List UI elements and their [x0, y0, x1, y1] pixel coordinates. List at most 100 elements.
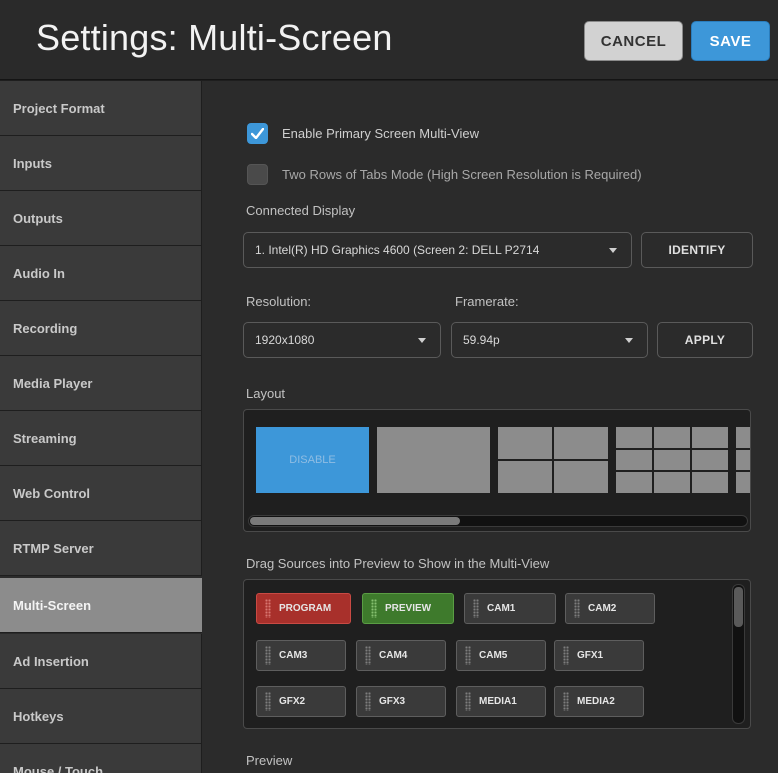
- source-gfx3[interactable]: GFX3: [356, 686, 446, 717]
- drag-handle-icon: [265, 599, 271, 618]
- preview-section-label: Preview: [246, 753, 293, 768]
- layout-horizontal-scrollbar[interactable]: [248, 515, 748, 527]
- source-cam4[interactable]: CAM4: [356, 640, 446, 671]
- layout-disable-option[interactable]: DISABLE: [256, 427, 369, 493]
- drag-handle-icon: [365, 646, 371, 665]
- drag-handle-icon: [265, 692, 271, 711]
- layout-cell: [736, 427, 750, 448]
- layout-cell: [654, 449, 690, 471]
- layout-scroll-thumb[interactable]: [250, 517, 460, 525]
- source-cam2[interactable]: CAM2: [565, 593, 655, 624]
- drag-handle-icon: [473, 599, 479, 618]
- sidebar-item-multi-screen[interactable]: Multi-Screen: [0, 578, 202, 633]
- source-preview[interactable]: PREVIEW: [362, 593, 454, 624]
- source-label: GFX1: [577, 650, 604, 661]
- sidebar-item-inputs[interactable]: Inputs: [0, 136, 202, 191]
- two-rows-tabs-checkbox[interactable]: [247, 164, 268, 185]
- checkmark-icon: [251, 128, 264, 139]
- sidebar-item-ad-insertion[interactable]: Ad Insertion: [0, 634, 202, 689]
- resolution-label: Resolution:: [246, 294, 312, 309]
- connected-display-dropdown[interactable]: 1. Intel(R) HD Graphics 4600 (Screen 2: …: [243, 232, 632, 268]
- drag-handle-icon: [365, 692, 371, 711]
- layout-cell: [498, 461, 552, 493]
- save-button[interactable]: SAVE: [691, 21, 770, 61]
- layout-3x3-option[interactable]: [616, 427, 728, 493]
- layout-4x4-option[interactable]: [736, 427, 750, 493]
- layout-label: Layout: [246, 386, 286, 401]
- drag-handle-icon: [574, 599, 580, 618]
- drag-handle-icon: [563, 692, 569, 711]
- sidebar-item-project-format[interactable]: Project Format: [0, 81, 202, 136]
- sources-vertical-scrollbar[interactable]: [732, 584, 745, 724]
- drag-handle-icon: [465, 692, 471, 711]
- sidebar-item-mouse-touch[interactable]: Mouse / Touch: [0, 744, 202, 773]
- drag-handle-icon: [265, 646, 271, 665]
- sidebar-item-web-control[interactable]: Web Control: [0, 466, 202, 521]
- layout-picker: DISABLE: [243, 409, 751, 532]
- layout-2x2-option[interactable]: [498, 427, 608, 493]
- source-program[interactable]: PROGRAM: [256, 593, 351, 624]
- source-label: MEDIA1: [479, 696, 517, 707]
- source-cam1[interactable]: CAM1: [464, 593, 556, 624]
- source-media1[interactable]: MEDIA1: [456, 686, 546, 717]
- layout-cell: [692, 472, 728, 493]
- layout-cell: [498, 427, 552, 459]
- layout-cell: [692, 449, 728, 471]
- resolution-dropdown[interactable]: 1920x1080: [243, 322, 441, 358]
- source-label: CAM4: [379, 650, 408, 661]
- page-title: Settings: Multi-Screen: [36, 17, 393, 58]
- drag-handle-icon: [465, 646, 471, 665]
- framerate-value: 59.94p: [463, 333, 500, 347]
- source-cam5[interactable]: CAM5: [456, 640, 546, 671]
- enable-primary-multiview-checkbox[interactable]: [247, 123, 268, 144]
- identify-button[interactable]: IDENTIFY: [641, 232, 753, 268]
- resolution-value: 1920x1080: [255, 333, 315, 347]
- two-rows-tabs-row[interactable]: Two Rows of Tabs Mode (High Screen Resol…: [247, 164, 642, 185]
- sidebar-item-media-player[interactable]: Media Player: [0, 356, 202, 411]
- framerate-label: Framerate:: [455, 294, 519, 309]
- source-label: CAM3: [279, 650, 308, 661]
- layout-cell: [616, 449, 652, 471]
- drag-handle-icon: [371, 599, 377, 618]
- sidebar-item-streaming[interactable]: Streaming: [0, 411, 202, 466]
- drag-sources-label: Drag Sources into Preview to Show in the…: [246, 556, 550, 571]
- layout-cell: [654, 472, 690, 493]
- layout-cell: [654, 427, 690, 448]
- sidebar-item-outputs[interactable]: Outputs: [0, 191, 202, 246]
- source-gfx2[interactable]: GFX2: [256, 686, 346, 717]
- source-label: CAM1: [487, 603, 516, 614]
- layout-cell: [616, 427, 652, 448]
- cancel-button[interactable]: CANCEL: [584, 21, 683, 61]
- layout-cell: [554, 427, 608, 459]
- chevron-down-icon: [418, 338, 426, 343]
- chevron-down-icon: [625, 338, 633, 343]
- enable-primary-multiview-label: Enable Primary Screen Multi-View: [282, 126, 479, 141]
- two-rows-tabs-label: Two Rows of Tabs Mode (High Screen Resol…: [282, 167, 642, 182]
- sidebar-item-rtmp-server[interactable]: RTMP Server: [0, 521, 202, 576]
- source-label: CAM5: [479, 650, 508, 661]
- header-bar: Settings: Multi-Screen CANCEL SAVE: [0, 0, 778, 80]
- source-label: PREVIEW: [385, 603, 432, 614]
- source-gfx1[interactable]: GFX1: [554, 640, 644, 671]
- apply-button[interactable]: APPLY: [657, 322, 753, 358]
- layout-cell: [692, 427, 728, 448]
- source-label: PROGRAM: [279, 603, 332, 614]
- connected-display-value: 1. Intel(R) HD Graphics 4600 (Screen 2: …: [255, 243, 540, 257]
- source-cam3[interactable]: CAM3: [256, 640, 346, 671]
- settings-sidebar: Project Format Inputs Outputs Audio In R…: [0, 81, 202, 773]
- sources-scroll-thumb[interactable]: [734, 587, 743, 627]
- source-media2[interactable]: MEDIA2: [554, 686, 644, 717]
- layout-cell: [736, 449, 750, 471]
- sidebar-item-hotkeys[interactable]: Hotkeys: [0, 689, 202, 744]
- framerate-dropdown[interactable]: 59.94p: [451, 322, 648, 358]
- enable-primary-multiview-row[interactable]: Enable Primary Screen Multi-View: [247, 123, 479, 144]
- sidebar-item-recording[interactable]: Recording: [0, 301, 202, 356]
- source-label: MEDIA2: [577, 696, 615, 707]
- layout-single-option[interactable]: [377, 427, 490, 493]
- source-label: GFX3: [379, 696, 406, 707]
- chevron-down-icon: [609, 248, 617, 253]
- source-label: CAM2: [588, 603, 617, 614]
- layout-cell: [554, 461, 608, 493]
- connected-display-label: Connected Display: [246, 203, 356, 218]
- sidebar-item-audio-in[interactable]: Audio In: [0, 246, 202, 301]
